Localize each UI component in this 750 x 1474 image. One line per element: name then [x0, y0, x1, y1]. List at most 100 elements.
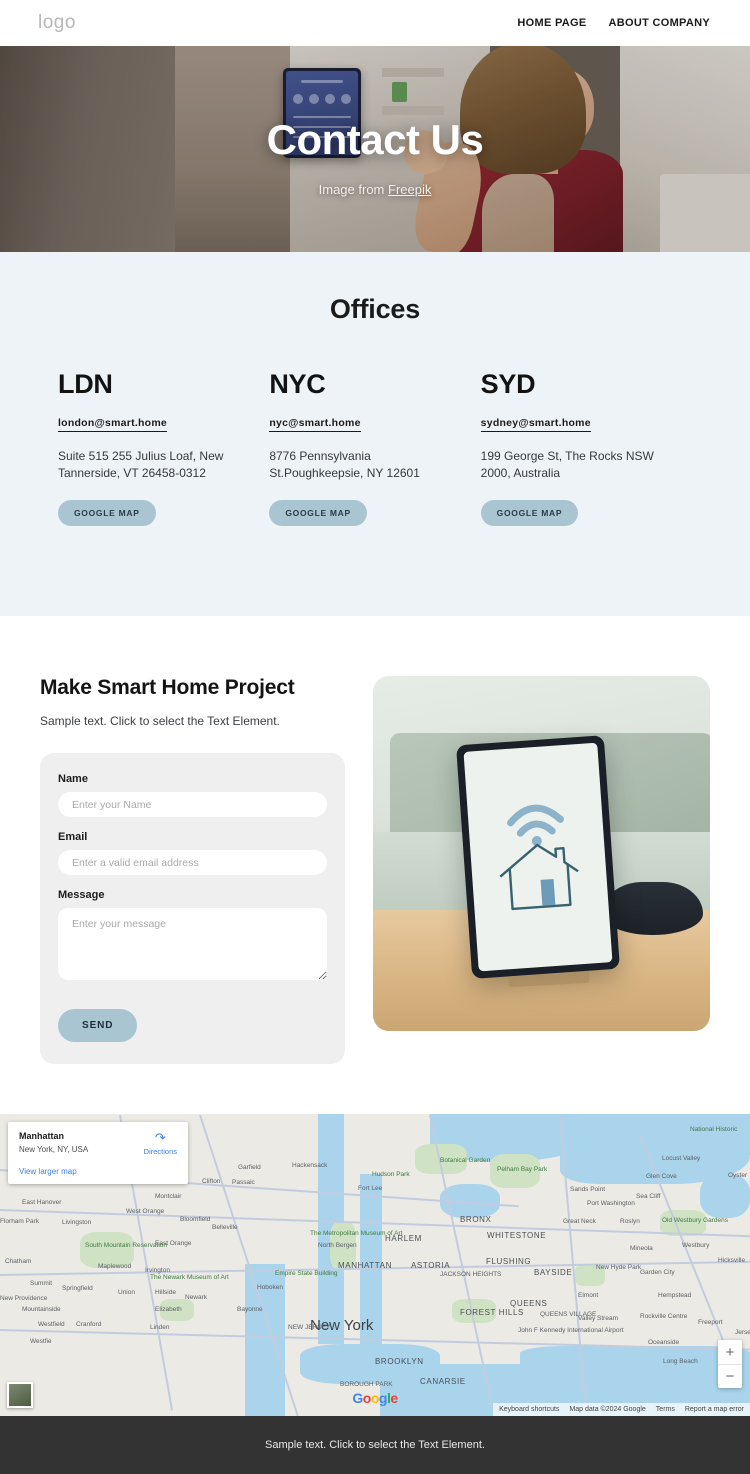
map-label: West Orange [126, 1208, 165, 1216]
map-label: BOROUGH PARK [340, 1381, 393, 1389]
map-label: JACKSON HEIGHTS [440, 1271, 502, 1279]
map-label: Chatham [5, 1258, 32, 1266]
terms-link[interactable]: Terms [656, 1406, 675, 1413]
office-email-link[interactable]: sydney@smart.home [480, 417, 591, 432]
map-label: The Metropolitan Museum of Art [310, 1230, 403, 1238]
message-label: Message [58, 889, 105, 902]
map-label: Cranford [76, 1321, 102, 1329]
map-data-text: Map data ©2024 Google [569, 1406, 646, 1414]
image-credit: Image from Freepik [319, 182, 432, 197]
map-label: The Newark Museum of Art [150, 1274, 229, 1282]
map-label: Hudson Park [372, 1171, 410, 1179]
directions-button[interactable]: ↷ Directions [144, 1131, 177, 1156]
map-label: Valley Stream [578, 1315, 618, 1323]
view-larger-map-link[interactable]: View larger map [19, 1167, 177, 1176]
map-label: East Hanover [22, 1199, 62, 1207]
google-map-button[interactable]: GOOGLE MAP [58, 500, 156, 527]
map-label: Clifton [202, 1178, 221, 1186]
office-card-ldn: LDN london@smart.home Suite 515 255 Juli… [58, 369, 269, 527]
map-label: Hackensack [292, 1162, 328, 1170]
map-label: Union [118, 1289, 135, 1297]
email-label: Email [58, 831, 88, 844]
name-label: Name [58, 773, 88, 786]
image-credit-prefix: Image from [318, 181, 388, 197]
hero-section: Contact Us Image from Freepik [0, 46, 750, 252]
keyboard-shortcuts-link[interactable]: Keyboard shortcuts [499, 1406, 559, 1413]
map-label: Passaic [232, 1179, 255, 1187]
map-label: CANARSIE [420, 1377, 466, 1387]
offices-heading: Offices [329, 294, 421, 324]
map-label: Garfield [238, 1164, 261, 1172]
map-label: Long Beach [663, 1358, 698, 1366]
map-label: QUEENS [510, 1299, 548, 1309]
office-email-link[interactable]: london@smart.home [58, 417, 167, 432]
map-label: Bloomfield [180, 1216, 211, 1224]
nav-link-home-page[interactable]: HOME PAGE [517, 17, 586, 29]
map-label: Elizabeth [155, 1306, 182, 1314]
office-card-syd: SYD sydney@smart.home 199 George St, The… [480, 369, 692, 527]
project-section: Make Smart Home Project Sample text. Cli… [0, 616, 750, 1115]
footer-text: Sample text. Click to select the Text El… [265, 1439, 485, 1452]
contact-form: Name Email Message SEND [40, 753, 345, 1065]
map-label: MANHATTAN [338, 1261, 392, 1271]
report-map-error-link[interactable]: Report a map error [685, 1406, 744, 1413]
site-header: logo HOME PAGE ABOUT COMPANY [0, 0, 750, 46]
street-view-thumbnail[interactable] [7, 1382, 33, 1409]
zoom-out-button[interactable]: − [718, 1364, 742, 1388]
map-label: Great Neck [563, 1218, 596, 1226]
map-label: Florham Park [0, 1218, 40, 1226]
map-label: Empire State Building [275, 1270, 338, 1278]
map-label: John F Kennedy International Airport [518, 1327, 624, 1335]
smart-home-icon [499, 804, 579, 911]
google-letter: o [370, 1390, 380, 1407]
name-input[interactable] [58, 792, 327, 818]
office-address: Suite 515 255 Julius Loaf, New Tannersid… [58, 449, 224, 481]
map-label: Hicksville [718, 1257, 746, 1265]
map-label: Mineola [630, 1245, 653, 1253]
map-attribution: Keyboard shortcuts Map data ©2024 Google… [493, 1403, 750, 1417]
map-label: Fort Lee [358, 1185, 383, 1193]
page-root: logo HOME PAGE ABOUT COMPANY Contact Us … [0, 0, 750, 1474]
map-label: New Providence [0, 1295, 48, 1303]
map-label: Port Washington [587, 1200, 635, 1208]
map-label: Sea Cliff [636, 1193, 661, 1201]
map-label: FLUSHING [486, 1257, 532, 1267]
map-label: Montclair [155, 1193, 182, 1201]
office-code: NYC [269, 369, 326, 399]
map-label: Belleville [212, 1224, 238, 1232]
map-label: NEW JERSEY [288, 1324, 331, 1332]
google-letter: G [352, 1390, 363, 1407]
send-button[interactable]: SEND [58, 1009, 138, 1043]
map-label: Garden City [640, 1269, 675, 1277]
map-label: Summit [30, 1280, 53, 1288]
google-map-embed[interactable]: New York MANHATTAN BROOKLYN QUEENS BRONX HARL… [0, 1114, 750, 1417]
zoom-in-button[interactable]: + [718, 1340, 742, 1364]
project-heading: Make Smart Home Project [40, 676, 295, 700]
map-place-subtitle: New York, NY, USA [19, 1145, 89, 1155]
message-textarea[interactable] [58, 908, 327, 981]
map-label: Glen Cove [646, 1173, 677, 1181]
map-label: Roslyn [620, 1218, 640, 1226]
office-email-link[interactable]: nyc@smart.home [269, 417, 361, 432]
map-label: Jerse [735, 1329, 750, 1337]
nav-link-about-company[interactable]: ABOUT COMPANY [609, 17, 710, 29]
directions-label: Directions [143, 1147, 177, 1157]
google-map-button[interactable]: GOOGLE MAP [269, 500, 367, 527]
image-credit-link[interactable]: Freepik [388, 182, 431, 197]
google-map-button[interactable]: GOOGLE MAP [480, 500, 579, 527]
map-label: Oceanside [648, 1339, 680, 1347]
map-label: Hoboken [257, 1284, 284, 1292]
logo[interactable]: logo [38, 12, 76, 34]
map-label: Hempstead [658, 1292, 692, 1300]
office-code: LDN [58, 369, 113, 399]
map-label: Irvington [145, 1267, 170, 1275]
map-label: Freeport [698, 1319, 723, 1327]
map-label: South Mountain Reservation [85, 1242, 168, 1250]
google-letter: g [378, 1390, 388, 1407]
map-label: Springfield [62, 1285, 93, 1293]
email-input[interactable] [58, 850, 327, 876]
map-label: Linden [150, 1324, 170, 1332]
map-label: Old Westbury Gardens [662, 1217, 728, 1225]
map-label: BAYSIDE [534, 1268, 573, 1278]
map-label: Pelham Bay Park [497, 1166, 548, 1174]
